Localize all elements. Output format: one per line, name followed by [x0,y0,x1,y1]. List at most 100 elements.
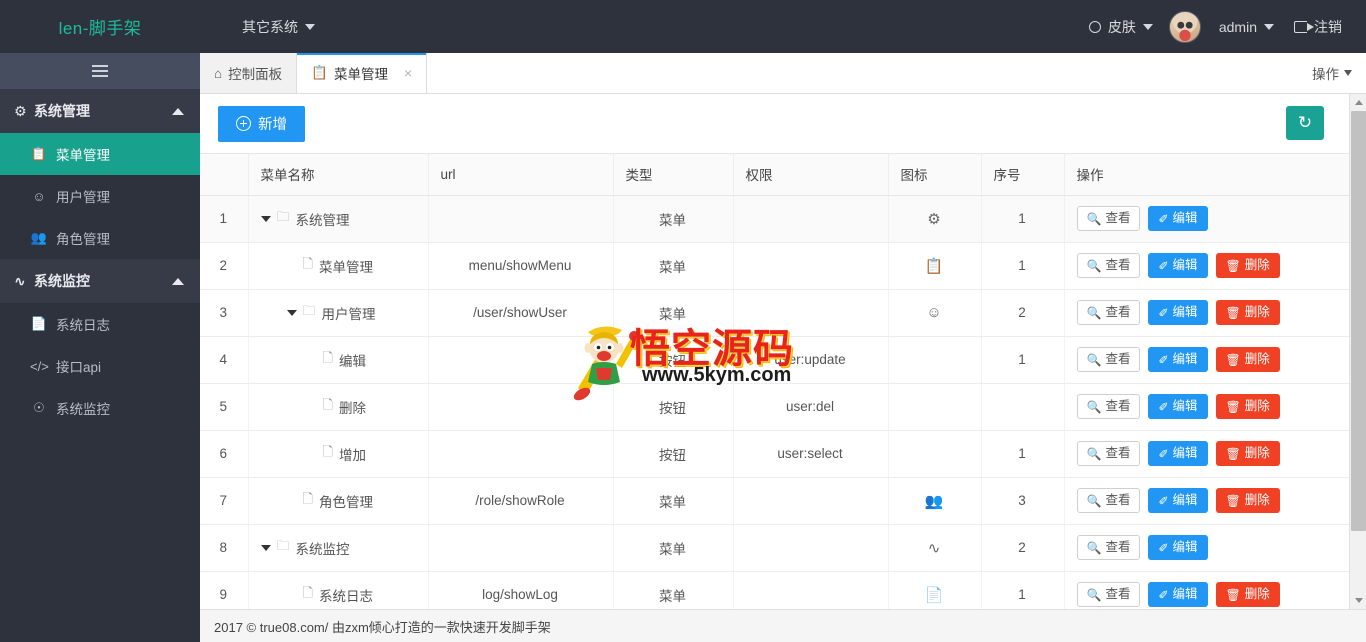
table-body: 1 🗀 系统管理 菜单 ⚙ 1 🔍 查看 ✐ 编辑 2 🗋 菜单管理 menu/showMenu 菜单 📋 1 🔍… [200,195,1349,609]
magnifier-icon: 🔍 [1086,258,1102,273]
delete-button[interactable]: 🗑 删除 [1215,347,1280,372]
cell-order [981,383,1065,431]
view-button[interactable]: 🔍 查看 [1076,300,1141,325]
tab-dashboard[interactable]: ⌂ 控制面板 [200,53,298,93]
smiley-face-icon: ☺ [926,304,942,321]
sidebar-item-role-management[interactable]: 👥 角色管理 [0,217,200,259]
tab-menu-management[interactable]: 📋 菜单管理 × [297,53,428,93]
delete-button[interactable]: 🗑 删除 [1215,441,1280,466]
pencil-icon: ✐ [1158,352,1169,367]
edit-button[interactable]: ✐ 编辑 [1148,347,1208,372]
user-menu[interactable]: admin [1209,0,1284,53]
delete-button-label: 删除 [1244,305,1270,320]
sidebar-item-api[interactable]: </> 接口api [0,345,200,387]
gear-icon: ⚙ [14,102,27,119]
folder-icon: 🗀 [276,537,290,553]
scroll-up-arrow[interactable] [1350,94,1366,111]
cell-url: menu/showMenu [428,242,614,290]
edit-button[interactable]: ✐ 编辑 [1148,300,1208,325]
cell-type: 菜单 [613,524,734,572]
view-button[interactable]: 🔍 查看 [1076,347,1141,372]
add-button[interactable]: 新增 [218,105,305,142]
delete-button-label: 删除 [1244,493,1270,508]
delete-button-label: 删除 [1244,258,1270,273]
view-button[interactable]: 🔍 查看 [1076,206,1141,231]
tree-expand-icon[interactable] [260,544,271,551]
sidebar-item-menu-management[interactable]: 📋 菜单管理 [0,133,200,175]
vertical-scrollbar[interactable] [1349,94,1366,609]
close-icon[interactable]: × [404,66,412,80]
view-button[interactable]: 🔍 查看 [1076,253,1141,278]
users-icon: 👥 [30,230,48,245]
delete-button-label: 删除 [1244,352,1270,367]
magnifier-icon: 🔍 [1086,399,1102,414]
edit-button[interactable]: ✐ 编辑 [1148,488,1208,513]
cell-menu-name: 🗀 用户管理 [248,289,429,337]
menu-name-label: 用户管理 [321,306,376,322]
skin-switcher[interactable]: 皮肤 [1079,0,1163,53]
brand-logo[interactable]: len-脚手架 [0,0,200,53]
tree-expand-icon[interactable] [286,309,297,316]
delete-button[interactable]: 🗑 删除 [1215,253,1280,278]
tab-label: 菜单管理 [333,67,388,82]
magnifier-icon: 🔍 [1086,446,1102,461]
tab-actions-menu[interactable]: 操作 [1298,53,1366,93]
tree-expand-icon[interactable] [260,215,271,222]
edit-button[interactable]: ✐ 编辑 [1148,253,1208,278]
edit-button[interactable]: ✐ 编辑 [1148,582,1208,607]
footer-text: 2017 © true08.com/ 由zxm倾心打造的一款快速开发脚手架 [214,619,551,635]
table-row[interactable]: 3 🗀 用户管理/user/showUser 菜单 ☺ 2 🔍 查看 ✐ 编辑 🗑 删除 [200,289,1349,337]
delete-button[interactable]: 🗑 删除 [1215,488,1280,513]
delete-button[interactable]: 🗑 删除 [1215,394,1280,419]
table-row[interactable]: 8 🗀 系统监控 菜单 ∿ 2 🔍 查看 ✐ 编辑 [200,524,1349,572]
edit-button[interactable]: ✐ 编辑 [1148,206,1208,231]
edit-button[interactable]: ✐ 编辑 [1148,535,1208,560]
table-row[interactable]: 9 🗋 系统日志 log/showLog 菜单 📄 1 🔍 查看 ✐ 编辑 🗑 删除 [200,571,1349,609]
tab-bar: ⌂ 控制面板 📋 菜单管理 × 操作 [200,53,1366,94]
view-button[interactable]: 🔍 查看 [1076,582,1141,607]
logout-button[interactable]: 注销 [1284,0,1352,53]
footer: 2017 © true08.com/ 由zxm倾心打造的一款快速开发脚手架 [200,609,1366,642]
sidebar-item-system-monitor[interactable]: ☉ 系统监控 [0,387,200,429]
refresh-button[interactable]: ↻ [1286,106,1324,140]
view-button[interactable]: 🔍 查看 [1076,535,1141,560]
view-button[interactable]: 🔍 查看 [1076,394,1141,419]
edit-button[interactable]: ✐ 编辑 [1148,394,1208,419]
cell-type: 菜单 [613,289,734,337]
table-row[interactable]: 4 🗋 编辑 按钮 user:update 1 🔍 查看 ✐ 编辑 🗑 删除 [200,336,1349,384]
edit-button[interactable]: ✐ 编辑 [1148,441,1208,466]
scrollbar-thumb[interactable] [1351,111,1366,531]
sidebar-group-system-management[interactable]: ⚙ 系统管理 [0,89,200,133]
nav-other-systems[interactable]: 其它系统 [230,0,327,53]
sidebar-item-user-management[interactable]: ☺ 用户管理 [0,175,200,217]
sidebar-group-system-monitor[interactable]: ∿ 系统监控 [0,259,200,303]
menu-name-label: 系统监控 [295,541,350,557]
view-button-label: 查看 [1105,493,1131,508]
cell-order: 1 [981,242,1065,290]
delete-button[interactable]: 🗑 删除 [1215,582,1280,607]
sidebar: ⚙ 系统管理 📋 菜单管理 ☺ 用户管理 👥 角色管理 ∿ 系统监控 📄 系统日… [0,53,200,642]
file-icon: 🗋 [302,584,313,600]
file-icon: 🗋 [322,396,333,412]
table-row[interactable]: 7 🗋 角色管理/role/showRole 菜单 👥 3 🔍 查看 ✐ 编辑 🗑 删除 [200,477,1349,525]
trash-icon: 🗑 [1225,305,1241,320]
table-row[interactable]: 5 🗋 删除 按钮 user:del 🔍 查看 ✐ 编辑 🗑 删除 [200,383,1349,431]
cell-order: 2 [981,289,1065,337]
chevron-down-icon [1142,23,1153,30]
scroll-down-arrow[interactable] [1350,592,1366,609]
pulse-icon: ∿ [14,272,26,289]
table-row[interactable]: 6 🗋 增加 按钮 user:select 1 🔍 查看 ✐ 编辑 🗑 删除 [200,430,1349,478]
sidebar-toggle[interactable] [0,53,200,89]
delete-button[interactable]: 🗑 删除 [1215,300,1280,325]
sidebar-item-system-log[interactable]: 📄 系统日志 [0,303,200,345]
view-button[interactable]: 🔍 查看 [1076,488,1141,513]
avatar[interactable] [1168,10,1201,43]
view-button[interactable]: 🔍 查看 [1076,441,1141,466]
code-icon: </> [30,358,49,374]
table-row[interactable]: 2 🗋 菜单管理 menu/showMenu 菜单 📋 1 🔍 查看 ✐ 编辑 🗑 删除 [200,242,1349,290]
table-row[interactable]: 1 🗀 系统管理 菜单 ⚙ 1 🔍 查看 ✐ 编辑 [200,195,1349,243]
table-toolbar: 新增 ↻ [200,94,1366,154]
menu-name-label: 系统管理 [295,212,350,228]
